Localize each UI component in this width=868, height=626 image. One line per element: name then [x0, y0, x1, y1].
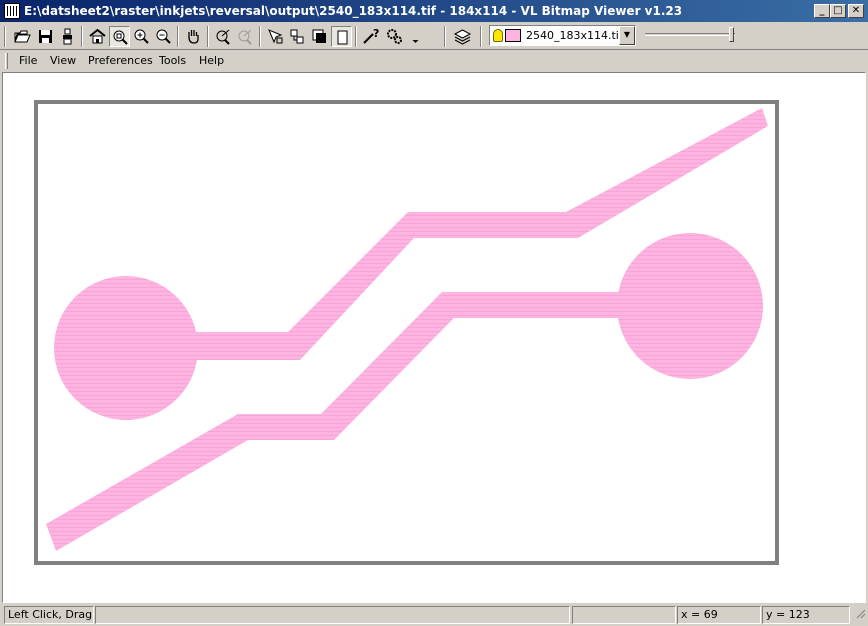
status-panel-empty	[572, 606, 676, 624]
layer-color-swatch	[505, 29, 521, 42]
settings-icon[interactable]	[384, 26, 405, 47]
menu-tools[interactable]: Tools	[159, 54, 186, 67]
open-icon[interactable]	[12, 26, 33, 47]
select-shape-icon[interactable]	[287, 26, 308, 47]
help-icon[interactable]: ?	[361, 26, 382, 47]
resize-grip-icon[interactable]	[851, 606, 865, 624]
title-bar[interactable]: E:\datsheet2\raster\inkjets\reversal\out…	[0, 0, 868, 22]
opacity-slider-thumb[interactable]	[729, 27, 734, 42]
menu-file[interactable]: File	[19, 54, 37, 67]
outline-icon[interactable]	[331, 26, 352, 47]
toolbar-separator	[81, 26, 83, 47]
toolbar-separator	[355, 26, 357, 47]
bitmap-canvas[interactable]	[2, 72, 866, 603]
app-icon[interactable]	[4, 3, 20, 19]
status-hint: Left Click, Drag	[4, 606, 94, 624]
bitmap-frame	[34, 100, 779, 565]
measure-icon[interactable]	[213, 26, 234, 47]
chevron-down-icon[interactable]: ▼	[619, 26, 635, 45]
menu-grip	[5, 53, 8, 69]
status-y-coordinate: y = 123	[762, 606, 850, 624]
bitmap-image[interactable]	[38, 104, 775, 561]
layer-visible-icon[interactable]	[493, 29, 503, 42]
layers-icon[interactable]	[452, 26, 473, 47]
select-arrow-icon[interactable]	[265, 26, 286, 47]
svg-text:?: ?	[373, 27, 379, 40]
main-window: E:\datsheet2\raster\inkjets\reversal\out…	[0, 0, 868, 626]
fill-icon[interactable]	[309, 26, 330, 47]
toolbar-separator	[177, 26, 179, 47]
layer-select[interactable]: 2540_183x114.tif ▼	[489, 25, 636, 46]
minimize-button[interactable]: _	[814, 4, 830, 18]
zoom-out-icon[interactable]	[153, 26, 174, 47]
status-x-coordinate: x = 69	[677, 606, 761, 624]
toolbar-separator	[207, 26, 209, 47]
zoom-fit-icon[interactable]	[109, 26, 130, 47]
layer-select-value: 2540_183x114.tif	[526, 29, 623, 42]
menu-help[interactable]: Help	[199, 54, 224, 67]
close-button[interactable]: ✕	[848, 4, 864, 18]
left-pad	[54, 276, 198, 420]
toolbar-separator	[480, 26, 482, 47]
toolbar: ?	[0, 22, 868, 50]
toolbar-separator	[259, 26, 261, 47]
window-title: E:\datsheet2\raster\inkjets\reversal\out…	[24, 4, 683, 18]
menu-bar: File View Preferences Tools Help	[0, 51, 868, 71]
pan-hand-icon[interactable]	[183, 26, 204, 47]
status-panel-empty	[95, 606, 570, 624]
settings-dropdown-icon[interactable]	[405, 26, 419, 47]
maximize-button[interactable]: □	[830, 4, 846, 18]
opacity-slider-track[interactable]	[645, 33, 735, 36]
zoom-in-icon[interactable]	[131, 26, 152, 47]
print-icon[interactable]	[57, 26, 78, 47]
measure-disabled-icon[interactable]	[235, 26, 256, 47]
status-bar: Left Click, Drag x = 69 y = 123	[0, 604, 868, 626]
home-icon[interactable]	[87, 26, 108, 47]
menu-view[interactable]: View	[50, 54, 76, 67]
toolbar-separator	[444, 26, 446, 47]
toolbar-grip	[4, 26, 6, 47]
menu-preferences[interactable]: Preferences	[88, 54, 153, 67]
save-icon[interactable]	[35, 26, 56, 47]
